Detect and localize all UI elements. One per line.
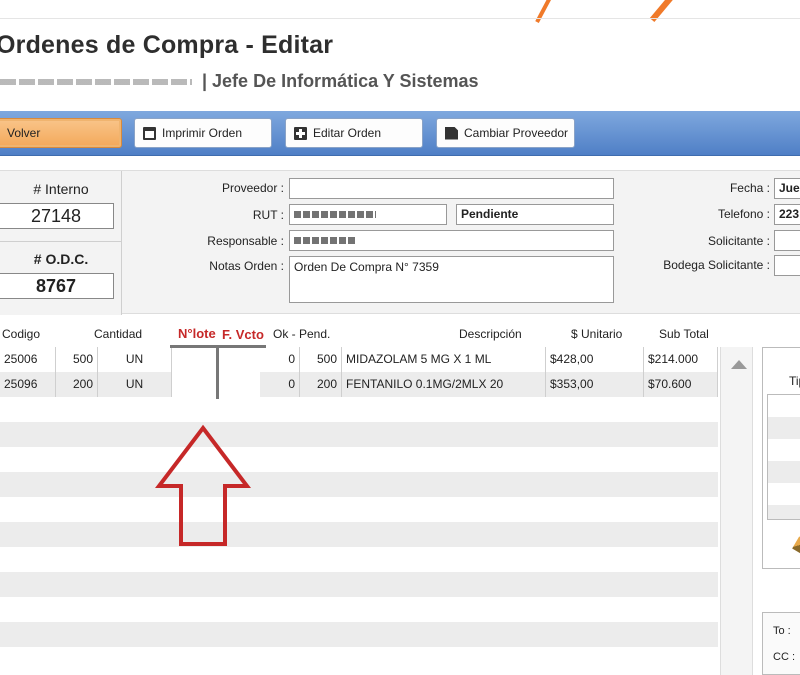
cell-pend: 200 xyxy=(300,372,342,397)
rut-field[interactable] xyxy=(289,204,447,225)
table-scrollbar[interactable] xyxy=(720,347,753,675)
responsable-redacted xyxy=(294,237,356,245)
responsable-field[interactable] xyxy=(289,230,614,251)
table-row-empty xyxy=(0,447,718,472)
responsable-label: Responsable : xyxy=(207,234,284,248)
editar-orden-button[interactable]: Editar Orden xyxy=(285,118,423,148)
table-row[interactable]: 25096 200 UN 0 200 FENTANILO 0.1MG/2MLX … xyxy=(0,372,718,397)
solicitante-field[interactable] xyxy=(774,230,800,251)
odc-label: # O.D.C. xyxy=(33,251,89,267)
editar-label: Editar Orden xyxy=(313,126,382,140)
col-descripcion: Descripción xyxy=(459,327,522,341)
cambiar-proveedor-button[interactable]: Cambiar Proveedor xyxy=(436,118,575,148)
col-codigo: Codigo xyxy=(2,327,41,341)
volver-label: Volver xyxy=(7,126,41,140)
cell-descripcion: FENTANILO 0.1MG/2MLX 20 xyxy=(342,372,546,397)
imprimir-orden-button[interactable]: Imprimir Orden xyxy=(134,118,272,148)
cell-codigo: 25096 xyxy=(0,372,56,397)
cell-ok: 0 xyxy=(260,347,300,372)
table-row-empty xyxy=(0,522,718,547)
side-panel: Tip xyxy=(762,347,800,569)
col-ok-pend: Ok - Pend. xyxy=(273,327,331,341)
proveedor-label: Proveedor : xyxy=(221,181,284,195)
table-row-empty xyxy=(0,647,718,672)
mail-recipients: To : CC : xyxy=(762,612,800,675)
order-numbers: # Interno 27148 # O.D.C. 8767 xyxy=(0,171,122,315)
col-fvcto: F. Vcto xyxy=(222,327,264,342)
divider xyxy=(0,18,800,19)
interno-label: # Interno xyxy=(33,181,89,197)
cell-cantidad: 200 xyxy=(56,372,98,397)
fecha-label: Fecha : xyxy=(729,181,770,195)
notas-label: Notas Orden : xyxy=(209,259,284,273)
estado-field: Pendiente xyxy=(456,204,614,225)
to-label: To : xyxy=(773,625,791,637)
table-row-empty xyxy=(0,547,718,572)
cell-unitario: $353,00 xyxy=(546,372,644,397)
volver-button[interactable]: Volver xyxy=(0,118,122,148)
rut-redacted xyxy=(294,211,376,219)
user-role: | Jefe De Informática Y Sistemas xyxy=(202,71,479,91)
table-row-empty xyxy=(0,422,718,447)
top-strip xyxy=(0,0,800,23)
table-row-empty xyxy=(0,497,718,522)
cell-pend: 500 xyxy=(300,347,342,372)
table-row-empty xyxy=(0,472,718,497)
table-row[interactable]: 25006 500 UN 0 500 MIDAZOLAM 5 MG X 1 ML… xyxy=(0,347,718,372)
col-nlote: N°lote xyxy=(178,326,216,341)
annotation-line xyxy=(216,347,219,399)
cell-cantidad: 500 xyxy=(56,347,98,372)
cell-unitario: $428,00 xyxy=(546,347,644,372)
cell-codigo: 25006 xyxy=(0,347,56,372)
col-subtotal: Sub Total xyxy=(659,327,709,341)
page: Ordenes de Compra - Editar | Jefe De Inf… xyxy=(0,0,800,675)
col-unitario: $ Unitario xyxy=(571,327,623,341)
decor-stroke xyxy=(535,0,555,23)
scroll-up-arrow-icon[interactable] xyxy=(731,360,747,369)
cell-unidad: UN xyxy=(98,347,172,372)
printer-icon xyxy=(143,126,156,140)
rut-label: RUT : xyxy=(252,208,284,222)
table-row-empty xyxy=(0,622,718,647)
cell-ok: 0 xyxy=(260,372,300,397)
col-cantidad: Cantidad xyxy=(94,327,143,341)
add-edit-icon xyxy=(294,126,307,140)
fecha-field[interactable]: Jue. xyxy=(774,178,800,199)
odc-value: 8767 xyxy=(0,273,114,299)
bodega-label: Bodega Solicitante : xyxy=(663,258,770,272)
bodega-field[interactable] xyxy=(774,255,800,276)
order-info-panel: # Interno 27148 # O.D.C. 8767 Proveedor … xyxy=(0,170,800,315)
red-arrow-annotation-icon xyxy=(155,424,251,546)
user-name-redacted xyxy=(0,79,192,85)
cell-subtotal: $214.000 xyxy=(644,347,718,372)
cell-descripcion: MIDAZOLAM 5 MG X 1 ML xyxy=(342,347,546,372)
table-row-empty xyxy=(0,597,718,622)
table-row-empty xyxy=(0,572,718,597)
cc-label: CC : xyxy=(773,651,795,663)
side-list[interactable] xyxy=(767,394,800,520)
cell-unidad: UN xyxy=(98,372,172,397)
items-table: 25006 500 UN 0 500 MIDAZOLAM 5 MG X 1 ML… xyxy=(0,347,718,675)
divider xyxy=(0,241,122,242)
notas-field[interactable]: Orden De Compra N° 7359 xyxy=(289,256,614,303)
cell-subtotal: $70.600 xyxy=(644,372,718,397)
pencil-icon[interactable] xyxy=(792,536,800,554)
imprimir-label: Imprimir Orden xyxy=(162,126,243,140)
document-icon xyxy=(445,126,458,140)
toolbar: Volver Imprimir Orden Editar Orden Cambi… xyxy=(0,111,800,156)
telefono-field[interactable]: 223 xyxy=(774,204,800,225)
proveedor-field[interactable] xyxy=(289,178,614,199)
interno-value: 27148 xyxy=(0,203,114,229)
telefono-label: Telefono : xyxy=(717,207,770,221)
tipo-label: Tip xyxy=(789,374,800,388)
solicitante-label: Solicitante : xyxy=(707,234,770,248)
cambiar-label: Cambiar Proveedor xyxy=(464,126,569,140)
table-row-empty xyxy=(0,397,718,422)
page-title: Ordenes de Compra - Editar xyxy=(0,31,334,59)
